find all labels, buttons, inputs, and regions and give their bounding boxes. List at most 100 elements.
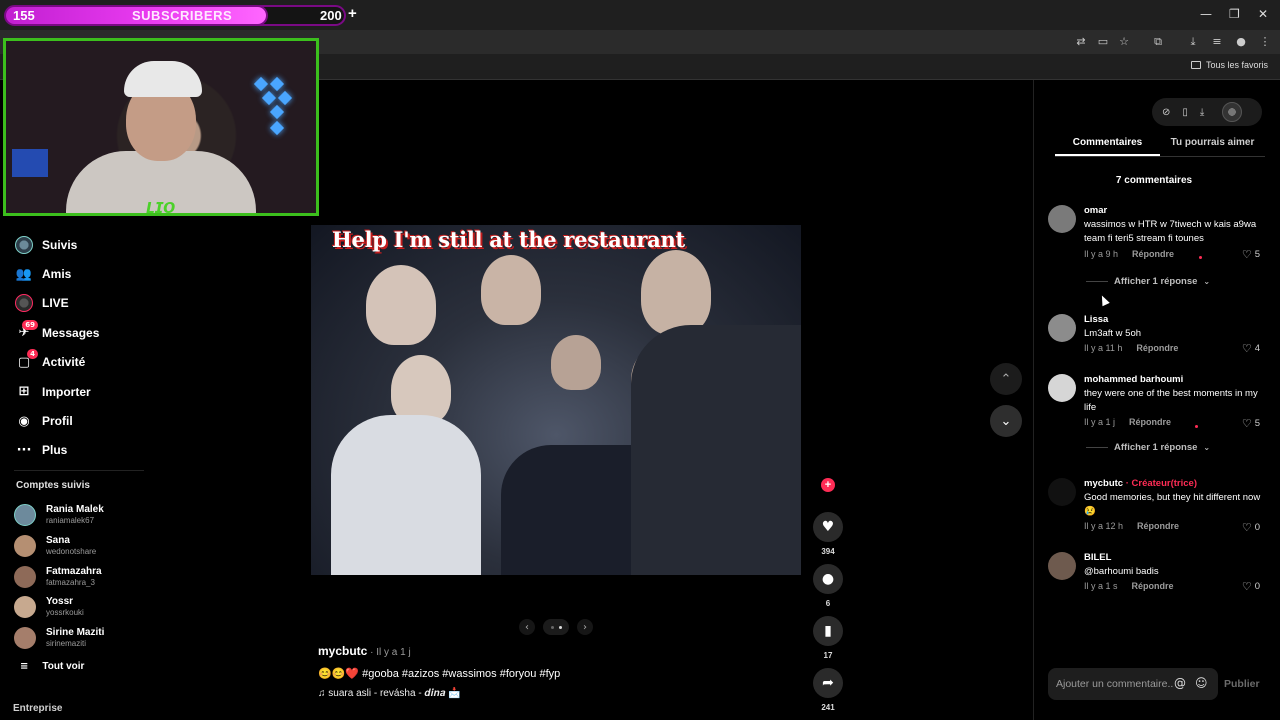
comment-like[interactable]: ♡ 5 — [1242, 417, 1260, 430]
sidebar-item-plus[interactable]: ··· Plus — [14, 436, 214, 465]
previous-video-button[interactable]: ⌃ — [990, 363, 1022, 395]
comment-user[interactable]: mohammed barhoumi — [1084, 374, 1183, 385]
next-video-button[interactable]: ⌄ — [990, 405, 1022, 437]
comment-like[interactable]: ♡ 4 — [1242, 342, 1260, 355]
avatar[interactable] — [1048, 478, 1076, 506]
comment-like[interactable]: ♡ 0 — [1242, 521, 1260, 534]
comment-text: wassimos w HTR w 7tiwech w kais a9wa tea… — [1084, 219, 1257, 244]
video-description: 😊😊❤️ #gooba #azizos #wassimos #foryou #f… — [318, 668, 561, 680]
tab-comments[interactable]: Commentaires — [1055, 137, 1160, 156]
sidebar-item-importer[interactable]: ⊞ Importer — [14, 377, 214, 406]
comment-total: 7 commentaires — [1115, 175, 1193, 186]
comment-item: mohammed barhoumi they were one of the b… — [1048, 374, 1268, 434]
comment-time: Il y a 9 h — [1084, 249, 1119, 259]
sidebar-item-suivis[interactable]: Suivis — [14, 230, 214, 259]
sidebar-item-amis[interactable]: 👥 Amis — [14, 259, 214, 288]
share-button[interactable]: ➦ — [813, 668, 843, 698]
compass-icon[interactable]: ⊘ — [1162, 107, 1170, 118]
avatar[interactable] — [1048, 205, 1076, 233]
sidebar-item-profil[interactable]: ◉ Profil — [14, 406, 214, 435]
all-bookmarks-label: Tous les favoris — [1205, 60, 1268, 70]
following-account[interactable]: Sana wedonotshare — [14, 531, 214, 562]
music-link[interactable]: ♫ suara asli - revásha - 𝒅𝒊𝒏𝒂 📩 — [318, 688, 460, 699]
list-icon: ≡ — [20, 661, 29, 672]
comment-user[interactable]: Lissa — [1084, 314, 1108, 325]
avatar — [14, 535, 36, 558]
publish-button[interactable]: Publier — [1224, 678, 1260, 690]
comment-user[interactable]: BILEL — [1084, 552, 1111, 563]
download-icon[interactable]: ⤓ — [1185, 34, 1201, 50]
heart-outline-icon: ♡ — [1241, 521, 1252, 534]
comment-meta: Il y a 1 j Répondre — [1084, 417, 1171, 427]
cast-icon[interactable]: ▭ — [1095, 34, 1111, 50]
following-account[interactable]: Sirine Maziti sirinemaziti — [14, 623, 214, 654]
comment-user[interactable]: omar — [1084, 205, 1107, 216]
comment-button[interactable]: ● — [813, 564, 843, 594]
video-author[interactable]: mycbutc · Il y a 1 j — [318, 644, 411, 658]
sidebar-item-label: Suivis — [42, 237, 78, 252]
following-avatar-icon — [14, 235, 34, 255]
reply-button[interactable]: Répondre — [1136, 343, 1178, 353]
see-all-link[interactable]: ≡ Tout voir — [20, 661, 84, 672]
sidebar-item-activite[interactable]: ▢ 4 Activité — [14, 348, 214, 377]
following-account[interactable]: Rania Malek raniamalek67 — [14, 500, 214, 531]
restore-icon[interactable]: ❐ — [1229, 7, 1240, 21]
reply-button[interactable]: Répondre — [1137, 521, 1179, 531]
activity-icon: ▢ 4 — [14, 349, 38, 372]
reply-button[interactable]: Répondre — [1132, 581, 1174, 591]
following-account[interactable]: Fatmazahra fatmazahra_3 — [14, 561, 214, 592]
comment-user[interactable]: mycbutc · Créateur(trice) — [1084, 478, 1197, 489]
chevron-down-icon: ⌄ — [1203, 443, 1211, 452]
menu-dots-icon[interactable]: ⋮ — [1257, 34, 1273, 50]
company-link[interactable]: Entreprise — [13, 703, 62, 714]
unread-dot — [1195, 425, 1198, 428]
media-icon[interactable]: ≡ — [1209, 34, 1225, 50]
following-account[interactable]: Yossr yossrkouki — [14, 592, 214, 623]
phone-icon[interactable]: ▯ — [1182, 107, 1188, 118]
star-icon[interactable]: ☆ — [1116, 34, 1132, 50]
show-replies-label: Afficher 1 réponse — [1114, 442, 1198, 453]
avatar[interactable] — [1048, 374, 1076, 402]
comment-like[interactable]: ♡ 0 — [1242, 580, 1260, 593]
save-button[interactable]: ▮ — [813, 616, 843, 646]
emoji-icon[interactable]: ☺ — [1195, 676, 1208, 690]
comment-time: Il y a 1 s — [1084, 581, 1118, 591]
like-button[interactable]: ♥ — [813, 512, 843, 542]
close-icon[interactable]: ✕ — [1258, 7, 1268, 21]
video-player[interactable]: Help I'm still at the restaurant — [311, 225, 801, 575]
following-username: yossrkouki — [46, 608, 84, 618]
avatar[interactable] — [1048, 314, 1076, 342]
extensions-icon[interactable]: ⧉ — [1150, 34, 1166, 50]
reply-button[interactable]: Répondre — [1132, 249, 1174, 259]
tab-recommended[interactable]: Tu pourrais aimer — [1160, 137, 1265, 156]
avatar — [14, 504, 36, 527]
carousel-prev-button[interactable]: ‹ — [519, 619, 535, 635]
sidebar-item-live[interactable]: LIVE — [14, 289, 214, 318]
minimize-icon[interactable]: — — [1200, 7, 1212, 21]
post-time: · Il y a 1 j — [367, 647, 411, 658]
video-person — [481, 255, 541, 325]
translate-icon[interactable]: ⇄ — [1073, 34, 1089, 50]
all-bookmarks[interactable]: Tous les favoris — [1190, 60, 1268, 70]
more-icon: ··· — [16, 442, 32, 458]
comment-text: Good memories, but they hit different no… — [1084, 492, 1261, 517]
download-icon[interactable]: ⤓ — [1200, 107, 1204, 118]
reply-button[interactable]: Répondre — [1129, 417, 1171, 427]
show-replies[interactable]: Afficher 1 réponse ⌄ — [1086, 276, 1210, 287]
avatar[interactable] — [1222, 102, 1243, 122]
sidebar-item-messages[interactable]: ✈ 69 Messages — [14, 318, 214, 347]
comment-like-count: 5 — [1254, 249, 1260, 260]
mention-icon[interactable]: @ — [1174, 676, 1186, 690]
profile-avatar-icon[interactable]: ● — [1233, 34, 1249, 50]
follow-button[interactable]: + — [821, 478, 835, 492]
comment-input[interactable] — [1056, 676, 1174, 692]
following-name: Sana — [46, 535, 70, 547]
comment-meta: Il y a 12 h Répondre — [1084, 521, 1179, 531]
show-replies[interactable]: Afficher 1 réponse ⌄ — [1086, 442, 1210, 453]
chevron-down-icon: ⌄ — [1203, 277, 1211, 286]
webcam-logo: ʟɪᴏ — [146, 196, 176, 216]
comment-composer: @ ☺ — [1048, 668, 1218, 700]
carousel-next-button[interactable]: › — [577, 619, 593, 635]
comment-like[interactable]: ♡ 5 — [1242, 248, 1260, 261]
avatar[interactable] — [1048, 552, 1076, 580]
